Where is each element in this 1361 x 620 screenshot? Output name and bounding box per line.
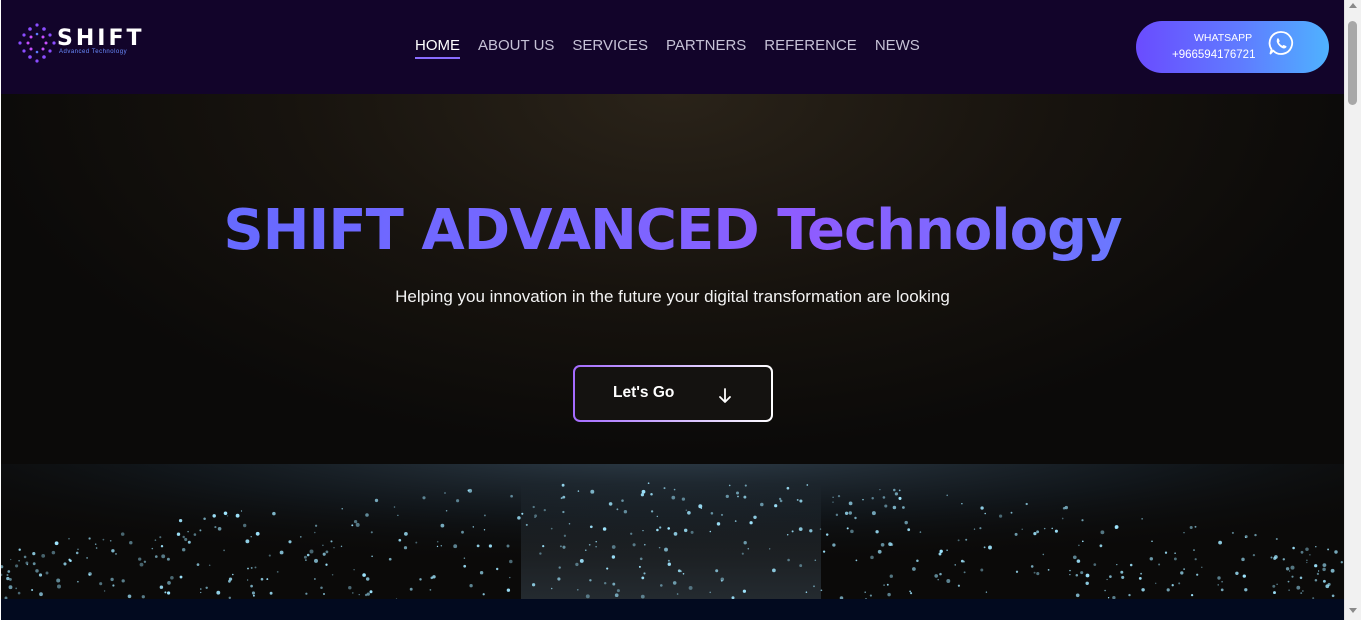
- arrow-down-icon: [719, 388, 731, 403]
- nav-about-us[interactable]: ABOUT US: [478, 37, 554, 59]
- site-logo[interactable]: SHIFT Advanced Technology: [17, 22, 157, 64]
- nav-home[interactable]: HOME: [415, 37, 460, 59]
- logo-wordmark: SHIFT: [57, 26, 145, 51]
- whatsapp-icon: [1268, 31, 1293, 55]
- hero-section: SHIFT ADVANCED Technology Helping you in…: [1, 94, 1344, 599]
- whatsapp-button[interactable]: WHATSAPP +966594176721: [1136, 21, 1329, 73]
- scroll-down-arrow-icon[interactable]: [1349, 608, 1357, 613]
- page-frame: SHIFT Advanced Technology HOME ABOUT US …: [1, 0, 1344, 620]
- next-section-edge: [1, 599, 1344, 620]
- dot-circuit-logo-icon: [18, 23, 56, 63]
- nav-partners[interactable]: PARTNERS: [666, 37, 746, 59]
- scrollbar-thumb[interactable]: [1348, 21, 1357, 105]
- nav-reference[interactable]: REFERENCE: [764, 37, 857, 59]
- hero-subtitle: Helping you innovation in the future you…: [395, 287, 950, 306]
- nav-news[interactable]: NEWS: [875, 37, 920, 59]
- particle-field-decoration: [1, 464, 1344, 599]
- whatsapp-title: WHATSAPP: [1194, 32, 1253, 44]
- lets-go-button-inner: Let's Go: [575, 367, 771, 420]
- site-header: SHIFT Advanced Technology HOME ABOUT US …: [1, 0, 1344, 94]
- hero-title: SHIFT ADVANCED Technology: [1, 198, 1344, 263]
- logo-tagline: Advanced Technology: [59, 49, 128, 55]
- nav-services[interactable]: SERVICES: [572, 37, 648, 59]
- main-nav: HOME ABOUT US SERVICES PARTNERS REFERENC…: [415, 37, 920, 59]
- page-scrollbar[interactable]: [1344, 0, 1361, 620]
- lets-go-button[interactable]: Let's Go: [573, 365, 773, 422]
- lets-go-label: Let's Go: [613, 384, 675, 401]
- scroll-up-arrow-icon[interactable]: [1349, 3, 1357, 8]
- whatsapp-phone: +966594176721: [1172, 49, 1256, 61]
